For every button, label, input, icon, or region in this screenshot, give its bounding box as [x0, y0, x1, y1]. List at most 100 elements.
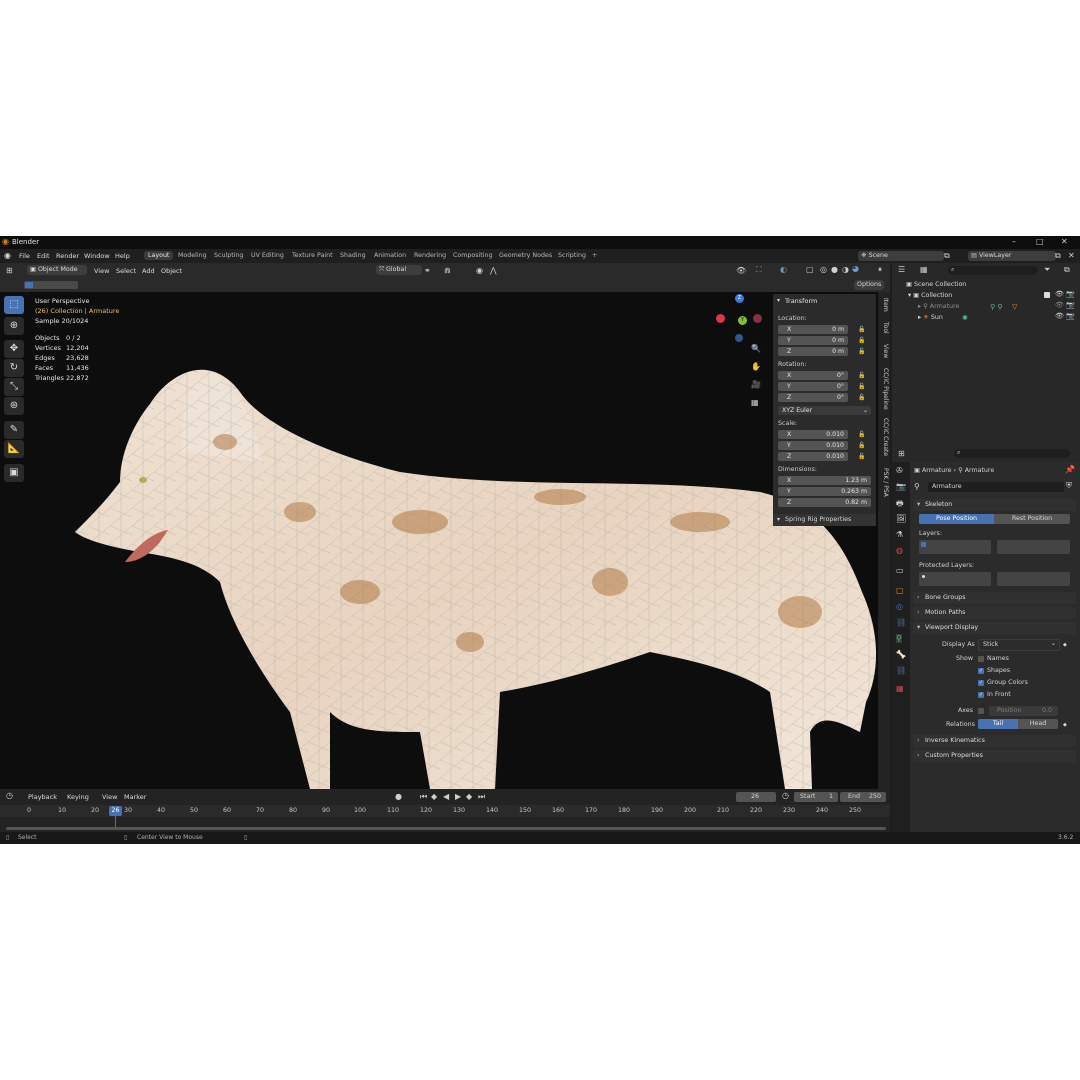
group-colors-checkbox[interactable]: ✓ — [978, 680, 984, 686]
menu-edit[interactable]: Edit — [37, 252, 50, 260]
armature-data-tab-icon[interactable]: ⚲ — [896, 634, 902, 643]
pause-render-icon[interactable]: ⏸ — [878, 265, 882, 275]
proportional-edit-icon[interactable]: ◉ — [476, 266, 483, 275]
workspace-tab-scripting[interactable]: Scripting — [558, 252, 586, 259]
layers-grid-right[interactable] — [997, 540, 1070, 554]
workspace-tab-texture-paint[interactable]: Texture Paint — [292, 252, 333, 259]
outliner-collection[interactable]: ▾ ▣ Collection — [908, 292, 952, 299]
pivot-icon[interactable]: ⚭ — [424, 266, 431, 275]
layers-grid-left[interactable] — [919, 540, 991, 554]
properties-editor-icon[interactable]: ⊞ — [898, 449, 905, 458]
outliner-item-armature[interactable]: ▸ ⚲ Armature — [918, 303, 959, 310]
relations-tail-button[interactable]: Tail — [978, 719, 1018, 729]
menu-file[interactable]: File — [19, 252, 30, 260]
lock-icon[interactable]: 🔓 — [858, 372, 865, 379]
workspace-tab-geometry-nodes[interactable]: Geometry Nodes — [499, 252, 552, 259]
object-tab-icon[interactable]: ▢ — [896, 586, 904, 595]
armature-name-field[interactable]: Armature — [928, 482, 1064, 492]
spring-rig-panel-header[interactable]: ▾ Spring Rig Properties — [773, 514, 876, 526]
material-shading-icon[interactable]: ◑ — [842, 265, 849, 274]
outliner-editor-icon[interactable]: ☰ — [898, 265, 905, 274]
fake-user-icon[interactable]: ⛨ — [1066, 481, 1072, 491]
gizmo-x-axis[interactable] — [716, 314, 725, 323]
properties-search-input[interactable]: ⌕ — [954, 449, 1070, 458]
zoom-view-icon[interactable]: 🔍 — [751, 344, 761, 353]
sidebar-tab-psk-psa[interactable]: PSK / PSA — [879, 468, 889, 497]
skeleton-panel-header[interactable]: ▾ Skeleton — [913, 499, 1076, 511]
lock-icon[interactable]: 🔓 — [858, 442, 865, 449]
close-icon[interactable]: ✕ — [1061, 237, 1068, 246]
remove-view-layer-icon[interactable]: ✕ — [1068, 251, 1075, 260]
rotation-x-field[interactable]: X 0° — [778, 371, 848, 380]
timeline-menu-view[interactable]: View — [102, 793, 117, 801]
output-tab-icon[interactable]: 🖶 — [896, 498, 904, 512]
transform-panel-title[interactable]: Transform — [785, 297, 817, 305]
ortho-toggle-icon[interactable]: ▦ — [751, 398, 759, 407]
sidebar-tab-cc-create[interactable]: CC/iC Create — [879, 418, 889, 456]
scene-tab-icon[interactable]: ⚗ — [896, 530, 903, 539]
mode-selector[interactable]: ▣ Object Mode — [27, 265, 87, 275]
pan-view-icon[interactable]: ✋ — [751, 362, 761, 371]
viewport-menu-select[interactable]: Select — [116, 267, 136, 275]
dimensions-z-field[interactable]: Z 0.82 m — [778, 498, 871, 507]
jump-keyframe-forward-icon[interactable]: ◆ — [466, 792, 472, 801]
outliner-scene-collection[interactable]: ▣ Scene Collection — [906, 281, 966, 288]
timeline-menu-keying[interactable]: Keying — [67, 793, 89, 801]
workspace-tab-rendering[interactable]: Rendering — [414, 252, 446, 259]
protected-layers-grid-right[interactable] — [997, 572, 1070, 586]
rotation-y-field[interactable]: Y 0° — [778, 382, 848, 391]
play-icon[interactable]: ▶ — [455, 792, 461, 801]
lock-icon[interactable]: 🔓 — [858, 394, 865, 401]
scene-selector[interactable]: ❖ Scene — [858, 251, 944, 261]
world-tab-icon[interactable]: ◍ — [896, 546, 903, 555]
select-new-icon[interactable] — [25, 282, 33, 288]
viewport-menu-view[interactable]: View — [94, 267, 109, 275]
cursor-tool-icon[interactable]: ⊕ — [4, 317, 24, 335]
navigation-gizmo[interactable]: Z Y — [716, 294, 764, 342]
rotation-z-field[interactable]: Z 0° — [778, 393, 848, 402]
in-front-checkbox[interactable]: ✓ — [978, 692, 984, 698]
tool-tab-icon[interactable]: ✇ — [896, 466, 903, 475]
timeline-menu-playback[interactable]: Playback — [28, 793, 57, 801]
camera-icon[interactable]: 📷 — [1066, 301, 1075, 309]
solid-shading-icon[interactable]: ● — [831, 265, 838, 274]
collection-tab-icon[interactable]: ▭ — [896, 566, 904, 575]
maximize-icon[interactable]: □ — [1036, 237, 1044, 246]
lock-icon[interactable]: 🔓 — [858, 348, 865, 355]
scale-z-field[interactable]: Z 0.010 — [778, 452, 848, 461]
transform-orientation-selector[interactable]: ⤧ Global — [376, 265, 422, 275]
physics-tab-icon[interactable]: ◎ — [896, 602, 903, 611]
location-x-field[interactable]: X 0 m — [778, 325, 848, 334]
sidebar-tab-view[interactable]: View — [879, 344, 889, 358]
playhead-marker[interactable]: 26 — [109, 806, 122, 816]
location-z-field[interactable]: Z 0 m — [778, 347, 848, 356]
editor-type-icon[interactable]: ⊞ — [6, 266, 13, 275]
new-collection-icon[interactable]: ⧉ — [1064, 265, 1070, 275]
sidebar-tab-tool[interactable]: Tool — [879, 322, 889, 334]
viewport-menu-object[interactable]: Object — [161, 267, 182, 275]
panel-collapse-icon[interactable]: ▾ — [777, 297, 780, 304]
camera-view-icon[interactable]: 🎥 — [751, 380, 761, 389]
scale-x-field[interactable]: X 0.010 — [778, 430, 848, 439]
lock-icon[interactable]: 🔓 — [858, 326, 865, 333]
play-reverse-icon[interactable]: ◀ — [443, 792, 449, 801]
sidebar-tab-cc-pipeline[interactable]: CC/iC Pipeline — [879, 368, 889, 410]
animate-property-dot[interactable]: ◆ — [1063, 722, 1067, 728]
pose-position-button[interactable]: Pose Position — [919, 514, 994, 524]
minimize-icon[interactable]: – — [1012, 237, 1016, 246]
camera-icon[interactable]: 📷 — [1066, 312, 1075, 320]
shapes-checkbox[interactable]: ✓ — [978, 668, 984, 674]
axes-position-field[interactable]: Position 0.0 — [989, 706, 1058, 716]
timeline-scrollbar[interactable] — [6, 827, 886, 830]
lock-icon[interactable]: 🔓 — [858, 453, 865, 460]
add-workspace-button[interactable]: + — [592, 252, 597, 259]
relations-head-button[interactable]: Head — [1018, 719, 1058, 729]
move-tool-icon[interactable]: ✥ — [4, 340, 24, 358]
sidebar-tab-item[interactable]: Item — [879, 298, 889, 312]
display-mode-icon[interactable]: ▦ — [920, 265, 928, 274]
lock-icon[interactable]: 🔓 — [858, 337, 865, 344]
annotate-tool-icon[interactable]: ✎ — [4, 421, 24, 439]
eye-icon[interactable]: 👁 — [1055, 301, 1064, 309]
view-layer-selector[interactable]: ▤ ViewLayer — [968, 251, 1056, 261]
workspace-tab-animation[interactable]: Animation — [374, 252, 406, 259]
